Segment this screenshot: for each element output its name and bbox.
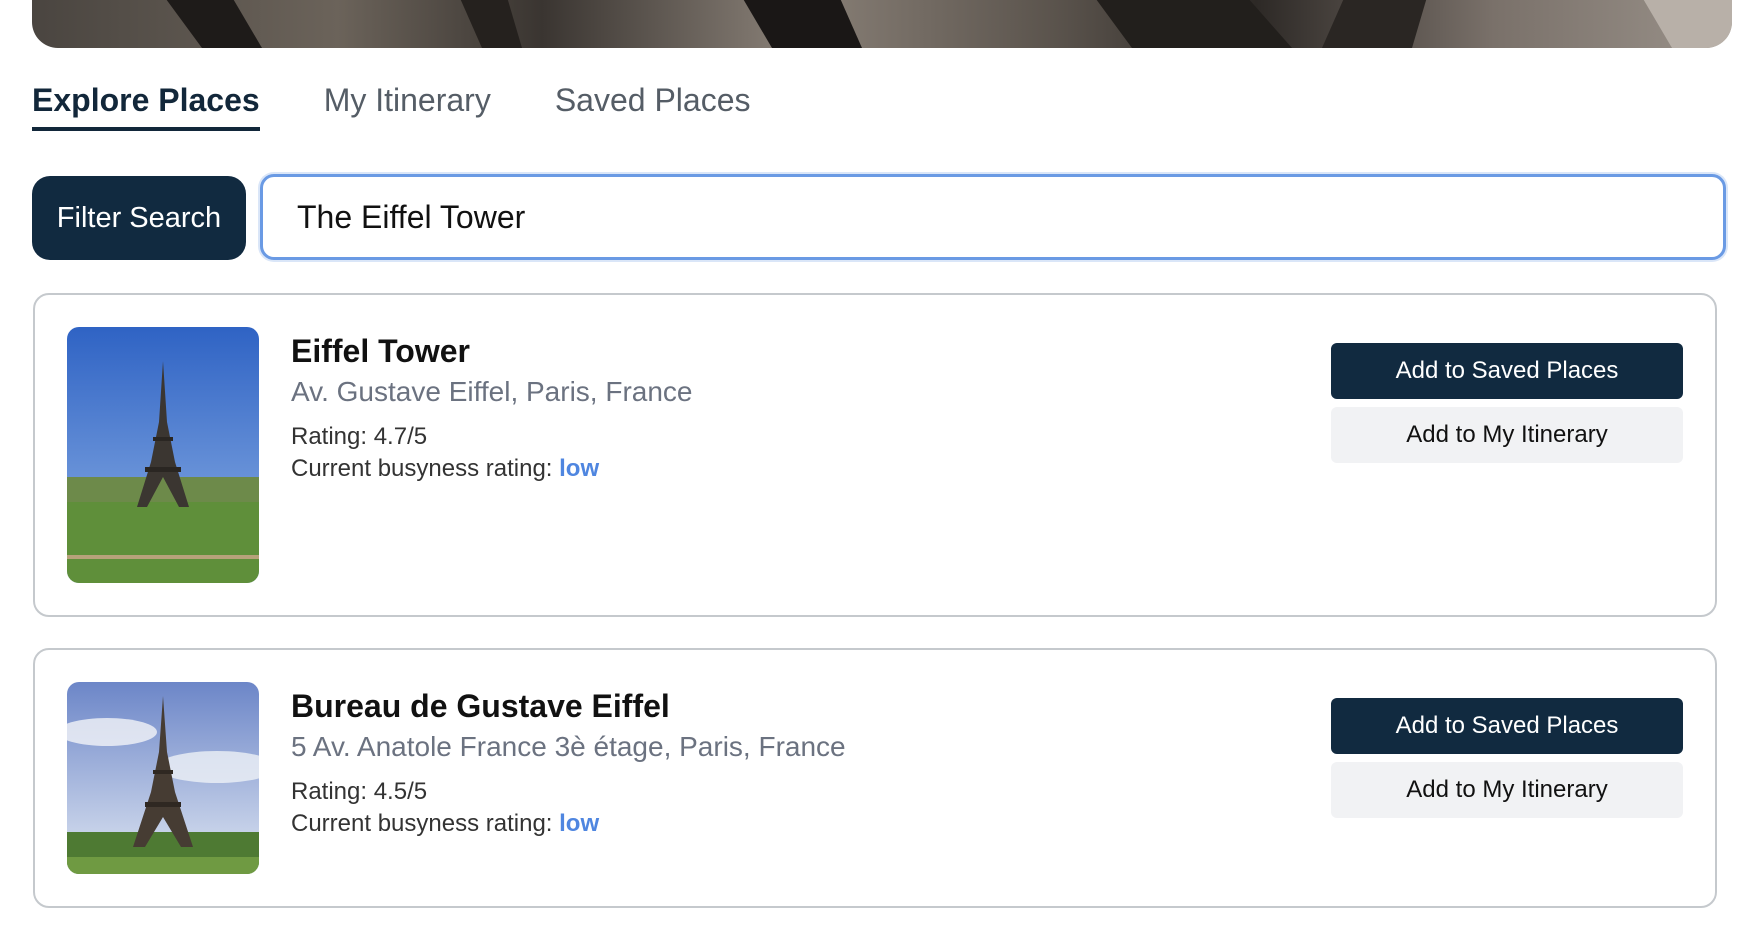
place-rating: Rating: 4.7/5 — [291, 423, 428, 450]
add-to-saved-places-button[interactable]: Add to Saved Places — [1331, 343, 1683, 399]
hero-banner-image — [32, 0, 1732, 48]
place-info: Bureau de Gustave Eiffel 5 Av. Anatole F… — [291, 686, 846, 840]
tab-saved-places[interactable]: Saved Places — [555, 82, 751, 131]
place-photo-eiffel-tower — [67, 327, 259, 583]
tab-bar: Explore Places My Itinerary Saved Places — [32, 82, 751, 131]
place-info: Eiffel Tower Av. Gustave Eiffel, Paris, … — [291, 331, 693, 485]
place-name: Bureau de Gustave Eiffel — [291, 688, 670, 724]
tab-my-itinerary[interactable]: My Itinerary — [324, 82, 491, 131]
place-address: Av. Gustave Eiffel, Paris, France — [291, 376, 693, 407]
busyness-rating: Current busyness rating: low — [291, 808, 846, 840]
place-rating: Rating: 4.5/5 — [291, 778, 428, 805]
place-photo-bureau-gustave-eiffel — [67, 682, 259, 874]
add-to-my-itinerary-button[interactable]: Add to My Itinerary — [1331, 407, 1683, 463]
search-input[interactable] — [260, 174, 1726, 260]
busyness-value: low — [559, 810, 600, 837]
place-name: Eiffel Tower — [291, 333, 470, 369]
card-actions: Add to Saved Places Add to My Itinerary — [1331, 698, 1683, 818]
busyness-label: Current busyness rating: — [291, 810, 560, 837]
place-card: Eiffel Tower Av. Gustave Eiffel, Paris, … — [33, 293, 1717, 617]
busyness-rating: Current busyness rating: low — [291, 453, 693, 485]
place-card: Bureau de Gustave Eiffel 5 Av. Anatole F… — [33, 648, 1717, 908]
filter-search-button[interactable]: Filter Search — [32, 176, 246, 260]
card-actions: Add to Saved Places Add to My Itinerary — [1331, 343, 1683, 463]
tab-explore-places[interactable]: Explore Places — [32, 82, 260, 131]
busyness-label: Current busyness rating: — [291, 455, 560, 482]
busyness-value: low — [559, 455, 600, 482]
place-address: 5 Av. Anatole France 3è étage, Paris, Fr… — [291, 731, 846, 762]
add-to-saved-places-button[interactable]: Add to Saved Places — [1331, 698, 1683, 754]
add-to-my-itinerary-button[interactable]: Add to My Itinerary — [1331, 762, 1683, 818]
